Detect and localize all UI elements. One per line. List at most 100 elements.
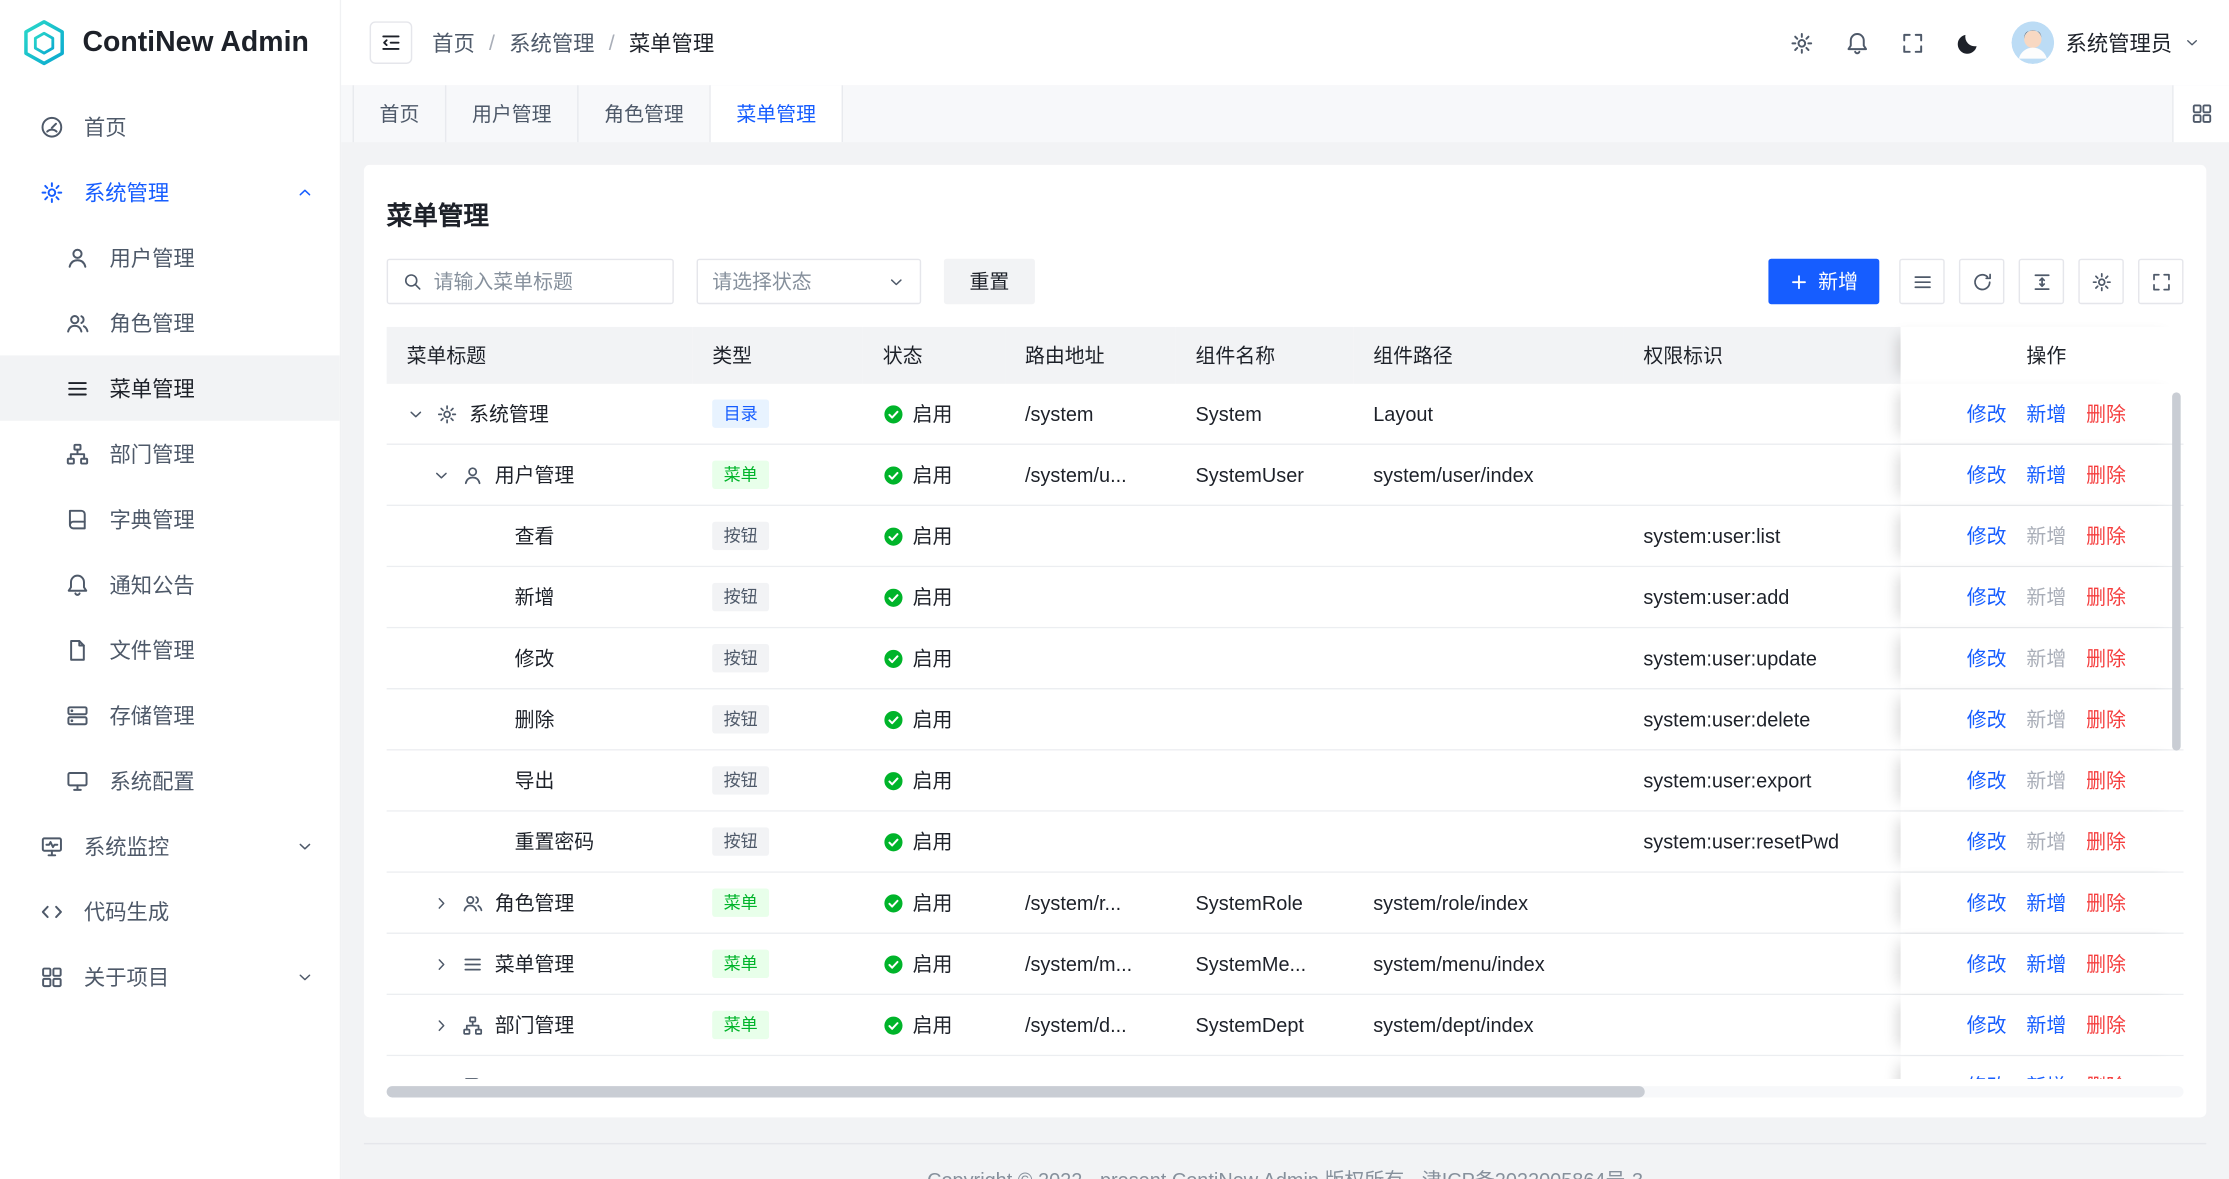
- add-link[interactable]: 新增: [2026, 766, 2066, 794]
- tab-1[interactable]: 用户管理: [446, 85, 578, 142]
- menu-title: 菜单管理: [495, 950, 575, 978]
- sidebar-item-dept[interactable]: 部门管理: [0, 421, 340, 486]
- add-link[interactable]: 新增: [2026, 1011, 2066, 1039]
- list-icon: [1911, 271, 1932, 292]
- edit-link[interactable]: 修改: [1967, 583, 2007, 611]
- path-cell: [1353, 689, 1623, 749]
- user-menu[interactable]: 系统管理员: [2011, 21, 2200, 64]
- sidebar-item-system[interactable]: 系统管理: [0, 159, 340, 224]
- delete-link[interactable]: 删除: [2086, 705, 2126, 733]
- status-text: 启用: [913, 644, 953, 672]
- title-cell: 修改: [387, 628, 693, 688]
- horizontal-scrollbar[interactable]: [387, 1086, 2184, 1097]
- delete-link[interactable]: 删除: [2086, 766, 2126, 794]
- edit-link[interactable]: 修改: [1967, 644, 2007, 672]
- status-select[interactable]: 请选择状态: [697, 259, 922, 304]
- sidebar-item-storage[interactable]: 存储管理: [0, 682, 340, 747]
- edit-link[interactable]: 修改: [1967, 522, 2007, 550]
- tab-2[interactable]: 角色管理: [579, 85, 711, 142]
- title-cell[interactable]: 部门管理: [387, 995, 693, 1055]
- sidebar-item-monitor[interactable]: 系统监控: [0, 813, 340, 878]
- line-height-button[interactable]: [2019, 259, 2064, 304]
- add-link[interactable]: 新增: [2026, 827, 2066, 855]
- refresh-button[interactable]: [1959, 259, 2004, 304]
- add-link[interactable]: 新增: [2026, 950, 2066, 978]
- delete-link[interactable]: 删除: [2086, 950, 2126, 978]
- sidebar-collapse-button[interactable]: [370, 21, 413, 64]
- sidebar-item-role[interactable]: 角色管理: [0, 290, 340, 355]
- edit-link[interactable]: 修改: [1967, 950, 2007, 978]
- horizontal-scrollbar-thumb[interactable]: [387, 1086, 1645, 1097]
- add-button-label: 新增: [1818, 267, 1858, 295]
- title-cell[interactable]: 角色管理: [387, 873, 693, 933]
- expand-button[interactable]: [1901, 31, 1925, 55]
- breadcrumb-item[interactable]: 首页: [432, 28, 475, 58]
- bell-button[interactable]: [1845, 31, 1869, 55]
- title-cell[interactable]: 菜单管理: [387, 934, 693, 994]
- breadcrumb-separator: /: [609, 31, 615, 55]
- actions-cell: 修改新增删除: [1901, 689, 2184, 749]
- reset-button[interactable]: 重置: [944, 259, 1035, 304]
- sidebar-item-notice[interactable]: 通知公告: [0, 552, 340, 617]
- tab-actions-button[interactable]: [2172, 85, 2229, 142]
- edit-link[interactable]: 修改: [1967, 766, 2007, 794]
- add-link[interactable]: 新增: [2026, 583, 2066, 611]
- tab-0[interactable]: 首页: [353, 85, 447, 142]
- check-circle-icon: [883, 464, 904, 485]
- delete-link[interactable]: 删除: [2086, 827, 2126, 855]
- edit-link[interactable]: 修改: [1967, 461, 2007, 489]
- sidebar-item-label: 首页: [84, 112, 127, 142]
- sidebar-item-menu[interactable]: 菜单管理: [0, 355, 340, 420]
- collapse-icon: [380, 31, 403, 54]
- sidebar-item-user[interactable]: 用户管理: [0, 225, 340, 290]
- add-link[interactable]: 新增: [2026, 644, 2066, 672]
- component-cell: [1176, 628, 1354, 688]
- component-cell: [1176, 751, 1354, 811]
- type-cell: 按钮: [692, 506, 863, 566]
- gear-button[interactable]: [1790, 31, 1814, 55]
- delete-link[interactable]: 删除: [2086, 1011, 2126, 1039]
- delete-link[interactable]: 删除: [2086, 461, 2126, 489]
- list-button[interactable]: [1899, 259, 1944, 304]
- delete-link[interactable]: 删除: [2086, 644, 2126, 672]
- component-cell: System: [1176, 384, 1354, 444]
- sidebar-item-about[interactable]: 关于项目: [0, 944, 340, 1009]
- gear-button[interactable]: [2078, 259, 2123, 304]
- add-link[interactable]: 新增: [2026, 522, 2066, 550]
- sidebar-item-dict[interactable]: 字典管理: [0, 486, 340, 551]
- edit-link[interactable]: 修改: [1967, 705, 2007, 733]
- add-link[interactable]: 新增: [2026, 399, 2066, 427]
- breadcrumb-item[interactable]: 菜单管理: [629, 28, 714, 58]
- moon-button[interactable]: [1956, 31, 1980, 55]
- add-button[interactable]: 新增: [1768, 259, 1879, 304]
- edit-link[interactable]: 修改: [1967, 888, 2007, 916]
- sidebar-item-home[interactable]: 首页: [0, 94, 340, 159]
- edit-link[interactable]: 修改: [1967, 1011, 2007, 1039]
- vertical-scrollbar-thumb[interactable]: [2172, 392, 2181, 750]
- permission-cell: [1623, 934, 1900, 994]
- title-cell[interactable]: 用户管理: [387, 445, 693, 505]
- tab-3[interactable]: 菜单管理: [711, 85, 843, 142]
- expand-button[interactable]: [2138, 259, 2183, 304]
- delete-link[interactable]: 删除: [2086, 888, 2126, 916]
- delete-link[interactable]: 删除: [2086, 522, 2126, 550]
- sidebar-item-codegen[interactable]: 代码生成: [0, 879, 340, 944]
- title-cell[interactable]: 系统管理: [387, 384, 693, 444]
- sidebar-item-file[interactable]: 文件管理: [0, 617, 340, 682]
- user-group-icon: [65, 311, 89, 335]
- add-link[interactable]: 新增: [2026, 461, 2066, 489]
- apps-icon: [40, 965, 64, 989]
- type-cell: 按钮: [692, 689, 863, 749]
- route-cell: /system/m...: [1005, 934, 1176, 994]
- breadcrumb-item[interactable]: 系统管理: [509, 28, 594, 58]
- type-badge: 按钮: [712, 766, 769, 794]
- search-input[interactable]: 请输入菜单标题: [387, 259, 674, 304]
- sidebar-item-config[interactable]: 系统配置: [0, 748, 340, 813]
- edit-link[interactable]: 修改: [1967, 399, 2007, 427]
- delete-link[interactable]: 删除: [2086, 399, 2126, 427]
- add-link[interactable]: 新增: [2026, 888, 2066, 916]
- logo[interactable]: ContiNew Admin: [0, 0, 340, 85]
- edit-link[interactable]: 修改: [1967, 827, 2007, 855]
- delete-link[interactable]: 删除: [2086, 583, 2126, 611]
- add-link[interactable]: 新增: [2026, 705, 2066, 733]
